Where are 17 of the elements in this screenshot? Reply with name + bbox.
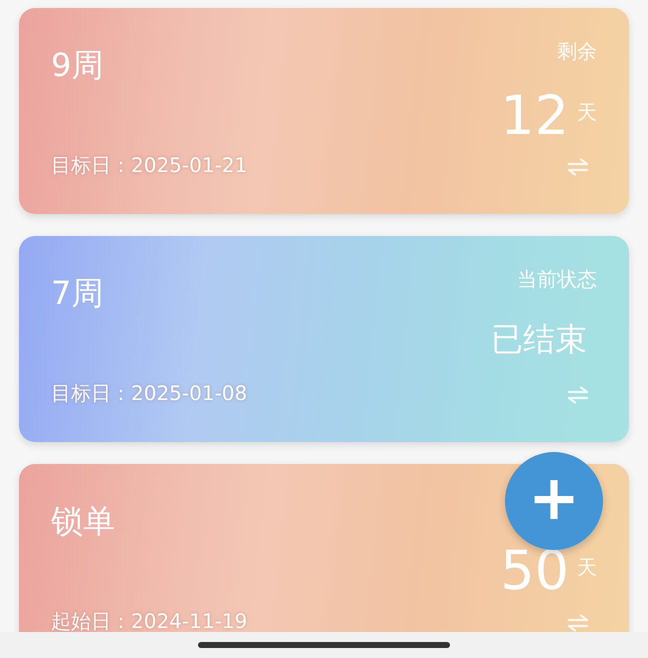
card-label: 剩余 xyxy=(557,38,597,65)
card-date: 起始日：2024-11-19 xyxy=(51,610,248,632)
days-unit: 天 xyxy=(577,554,597,581)
card-title: 7周 xyxy=(51,276,104,312)
days-count: 12 xyxy=(500,88,569,142)
card-title: 9周 xyxy=(51,48,104,84)
card-title: 锁单 xyxy=(51,504,116,540)
card-date: 目标日：2025-01-08 xyxy=(51,382,248,404)
swap-icon[interactable] xyxy=(567,158,589,176)
countdown-card[interactable]: 7周 目标日：2025-01-08 当前状态 已结束 xyxy=(19,236,629,442)
card-date: 目标日：2025-01-21 xyxy=(51,154,248,176)
swap-icon[interactable] xyxy=(567,614,589,632)
status-text: 已结束 xyxy=(491,318,587,360)
home-indicator[interactable] xyxy=(198,642,450,648)
swap-icon[interactable] xyxy=(567,386,589,404)
card-label: 当前状态 xyxy=(517,266,597,293)
days-unit: 天 xyxy=(577,98,597,126)
